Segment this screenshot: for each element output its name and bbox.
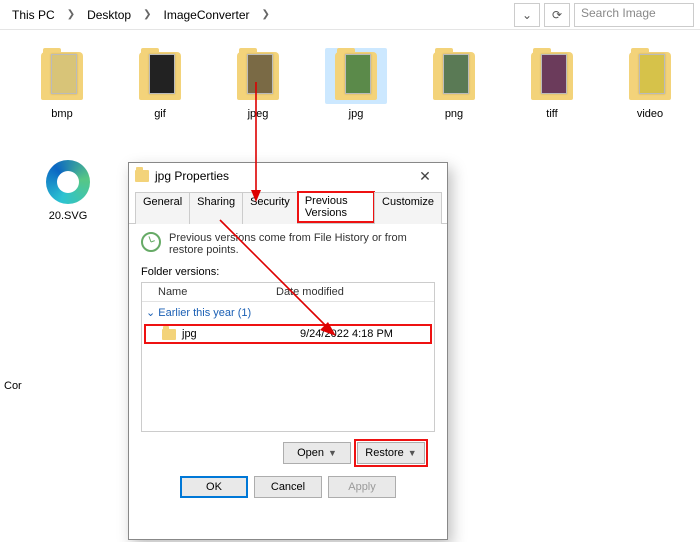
folder-item[interactable]: gif: [130, 48, 190, 120]
folder-icon: [41, 52, 83, 100]
chevron-right-icon: ❯: [65, 9, 77, 20]
folder-item[interactable]: bmp: [32, 48, 92, 120]
folder-label: gif: [154, 108, 166, 120]
list-header: Name Date modified: [142, 283, 434, 302]
properties-dialog: jpg Properties ✕ General Sharing Securit…: [128, 162, 448, 540]
folder-label: jpg: [349, 108, 364, 120]
breadcrumb-segment[interactable]: Desktop: [81, 4, 137, 26]
folder-item[interactable]: jpeg: [228, 48, 288, 120]
folder-icon: [335, 52, 377, 100]
dropdown-button[interactable]: ⌄: [514, 3, 540, 27]
folder-icon: [139, 52, 181, 100]
chevron-right-icon: ❯: [141, 9, 153, 20]
folder-item[interactable]: jpg: [326, 48, 386, 120]
address-bar: This PC ❯ Desktop ❯ ImageConverter ❯ ⌄ ⟳…: [0, 0, 700, 30]
history-icon: [141, 232, 161, 252]
file-item[interactable]: 20.SVG: [38, 160, 98, 222]
file-explorer-view: bmpgifjpegjpgpngtiffvideowebp 20.SVG Cor…: [0, 30, 700, 512]
version-date: 9/24/2022 4:18 PM: [300, 328, 426, 340]
ok-button[interactable]: OK: [180, 476, 248, 498]
tab-sharing[interactable]: Sharing: [189, 192, 243, 224]
tab-previous-versions[interactable]: Previous Versions: [297, 191, 375, 223]
folder-item[interactable]: png: [424, 48, 484, 120]
folder-label: bmp: [51, 108, 72, 120]
tab-general[interactable]: General: [135, 192, 190, 224]
dialog-titlebar[interactable]: jpg Properties ✕: [129, 163, 447, 189]
dialog-title: jpg Properties: [155, 169, 409, 183]
dialog-tabs: General Sharing Security Previous Versio…: [129, 189, 447, 224]
version-name: jpg: [182, 328, 300, 340]
chevron-down-icon: ⌄: [146, 307, 155, 319]
list-group[interactable]: ⌄ Earlier this year (1): [142, 302, 434, 323]
folder-label: png: [445, 108, 463, 120]
refresh-button[interactable]: ⟳: [544, 3, 570, 27]
file-label: 20.SVG: [49, 210, 88, 222]
breadcrumb-segment[interactable]: ImageConverter: [158, 4, 256, 26]
folder-item[interactable]: tiff: [522, 48, 582, 120]
chevron-right-icon: ❯: [260, 9, 272, 20]
folder-icon: [237, 52, 279, 100]
edge-icon: [46, 160, 90, 204]
folder-icon: [433, 52, 475, 100]
truncated-label: Cor: [0, 380, 22, 392]
folder-icon: [162, 329, 176, 340]
search-input[interactable]: Search Image: [574, 3, 694, 27]
cancel-button[interactable]: Cancel: [254, 476, 322, 498]
folder-icon: [135, 170, 149, 182]
version-row[interactable]: jpg 9/24/2022 4:18 PM: [144, 324, 432, 344]
tab-security[interactable]: Security: [242, 192, 298, 224]
open-button[interactable]: Open▼: [283, 442, 351, 464]
chevron-down-icon: ▼: [408, 448, 417, 458]
close-button[interactable]: ✕: [409, 166, 441, 186]
restore-button[interactable]: Restore▼: [357, 442, 425, 464]
column-name[interactable]: Name: [158, 286, 276, 298]
info-hint: Previous versions come from File History…: [141, 232, 435, 256]
folder-icon: [531, 52, 573, 100]
folder-label: tiff: [546, 108, 557, 120]
tab-customize[interactable]: Customize: [374, 192, 442, 224]
folder-item[interactable]: video: [620, 48, 680, 120]
folder-icon: [629, 52, 671, 100]
chevron-down-icon: ▼: [328, 448, 337, 458]
folder-label: jpeg: [248, 108, 269, 120]
folder-grid: bmpgifjpegjpgpngtiffvideowebp: [0, 30, 700, 120]
folder-label: video: [637, 108, 663, 120]
versions-list[interactable]: Name Date modified ⌄ Earlier this year (…: [141, 282, 435, 432]
section-label: Folder versions:: [141, 266, 435, 278]
breadcrumb-segment[interactable]: This PC: [6, 4, 61, 26]
column-date[interactable]: Date modified: [276, 286, 428, 298]
apply-button: Apply: [328, 476, 396, 498]
